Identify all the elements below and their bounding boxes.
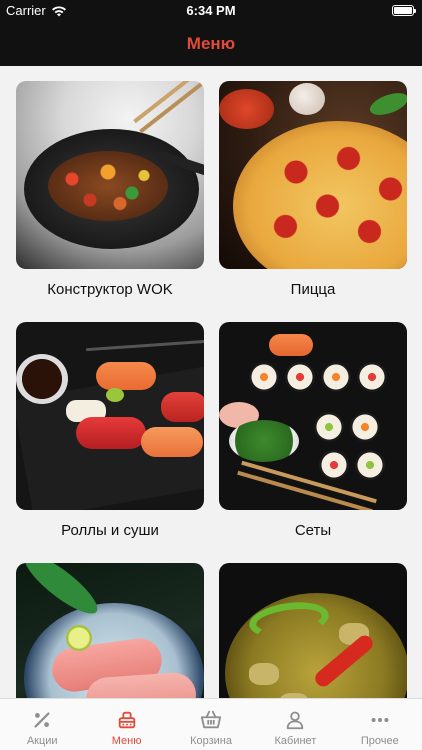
menu-category-pizza[interactable]: Пицца (219, 81, 407, 298)
tab-promos[interactable]: Акции (0, 699, 84, 750)
tab-cabinet[interactable]: Кабинет (253, 699, 337, 750)
menu-category-label: Сеты (294, 522, 332, 539)
wok-image (16, 81, 204, 269)
status-bar: Carrier 6:34 PM (0, 0, 422, 22)
basket-icon (200, 710, 222, 729)
navigation-header: Меню (0, 22, 422, 66)
menu-category-grid: Конструктор WOK Пицца Роллы и суши Сеты (0, 66, 422, 698)
pizza-image (219, 81, 407, 269)
menu-category-wok[interactable]: Конструктор WOK (16, 81, 204, 298)
sushi-image (16, 322, 204, 510)
tab-label: Меню (111, 735, 142, 747)
tab-menu[interactable]: Меню (84, 699, 168, 750)
menu-category-label: Роллы и суши (61, 522, 159, 539)
battery-icon (392, 5, 416, 16)
tab-label: Прочее (360, 735, 399, 747)
tab-cart[interactable]: Корзина (169, 699, 253, 750)
menu-category-sashimi[interactable] (16, 563, 204, 698)
percent-icon (34, 712, 50, 728)
user-icon (287, 711, 304, 730)
sashimi-image (16, 563, 204, 698)
tab-label: Кабинет (274, 735, 317, 747)
soup-image (219, 563, 407, 698)
sushi-set-image (219, 322, 407, 510)
menu-category-rolls-sushi[interactable]: Роллы и суши (16, 322, 204, 539)
menu-category-sets[interactable]: Сеты (219, 322, 407, 539)
tab-more[interactable]: Прочее (338, 699, 422, 750)
food-delivery-icon (118, 711, 135, 729)
page-title: Меню (186, 34, 236, 53)
tab-label: Корзина (190, 735, 232, 747)
menu-category-label: Пицца (290, 281, 336, 298)
status-time: 6:34 PM (186, 3, 236, 18)
more-dots-icon (371, 717, 389, 723)
tab-label: Акции (26, 735, 58, 747)
menu-category-label: Конструктор WOK (47, 281, 173, 298)
menu-category-soup[interactable] (219, 563, 407, 698)
bottom-tab-bar: Акции Меню Корзина Кабинет Прочее (0, 698, 422, 750)
